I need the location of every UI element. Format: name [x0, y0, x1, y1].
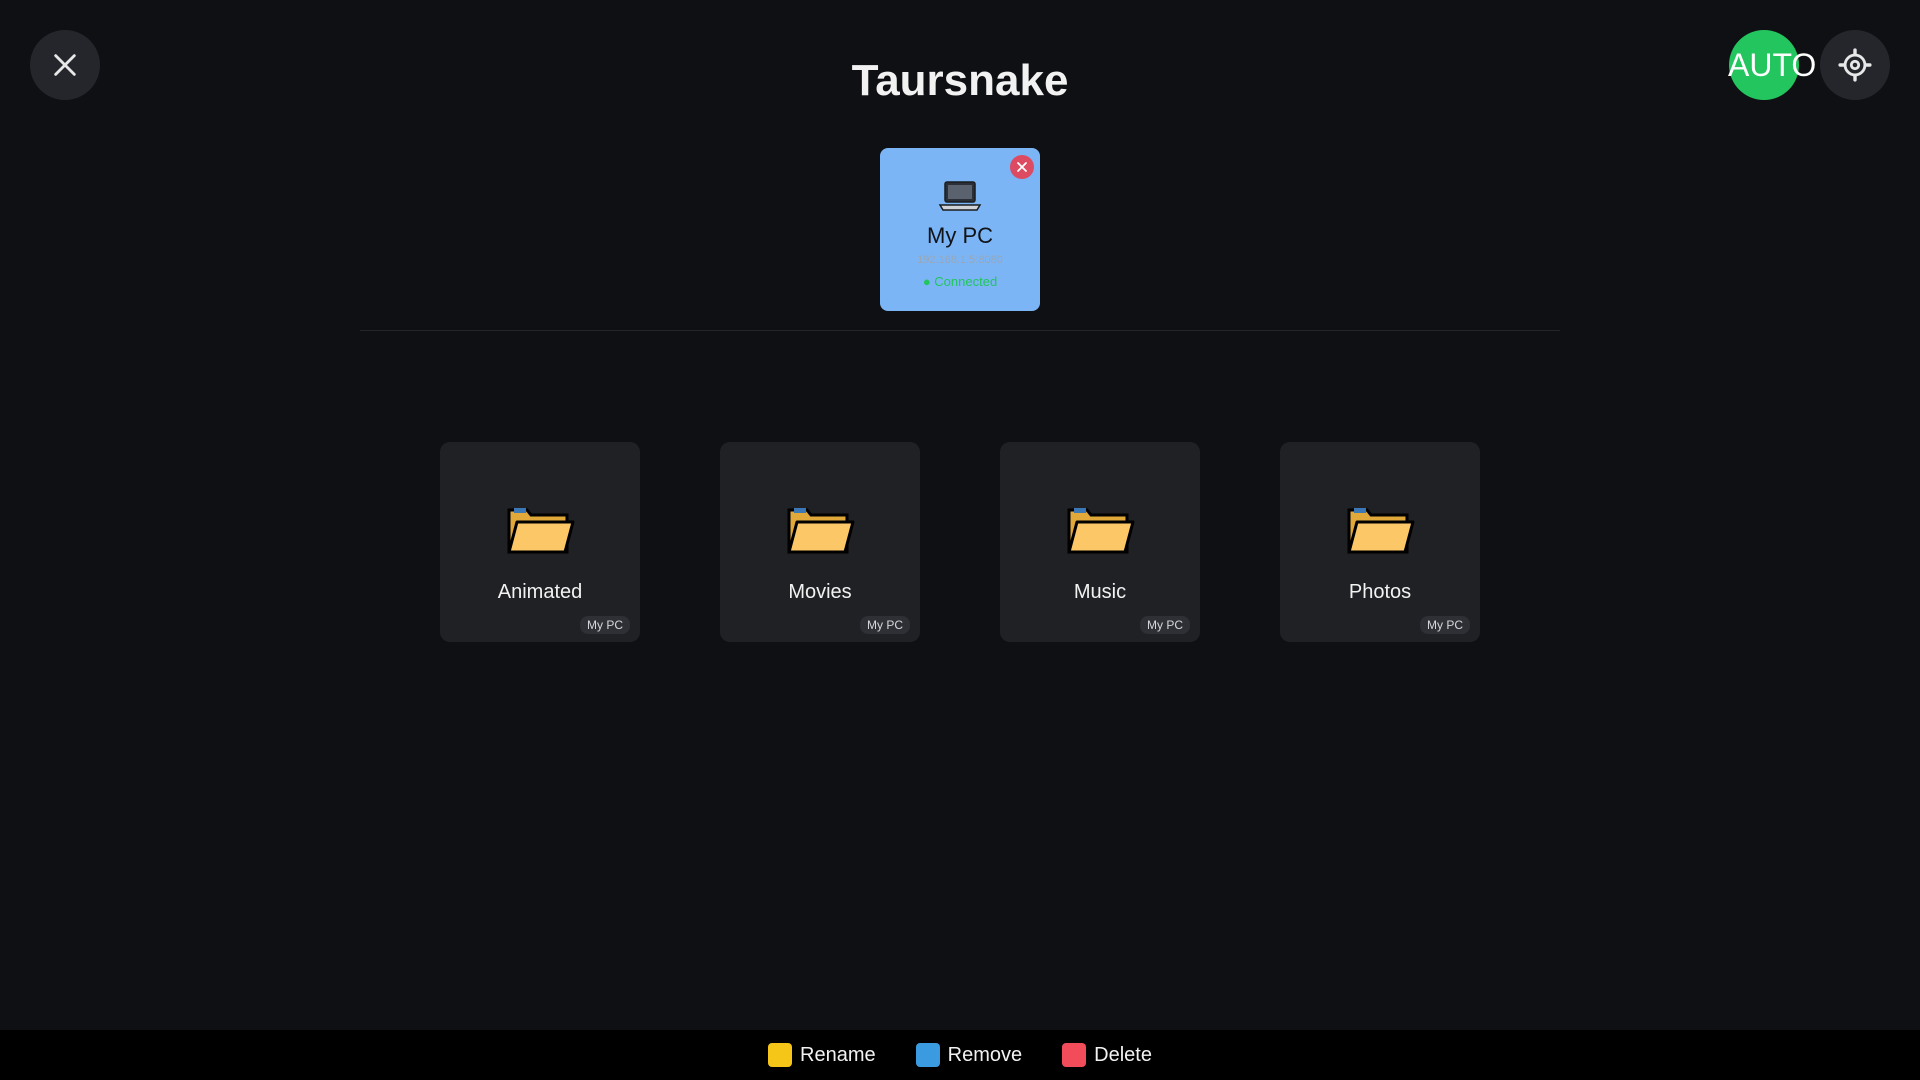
page-title: Taursnake [851, 56, 1069, 105]
folder-source-badge: My PC [1420, 616, 1470, 634]
rename-label: Rename [800, 1043, 876, 1066]
folder-icon [507, 508, 575, 554]
folder-source-badge: My PC [1140, 616, 1190, 634]
folder-label: Movies [788, 581, 852, 603]
footer-legend: Rename Remove Delete [0, 1030, 1920, 1080]
rename-color-swatch [768, 1043, 793, 1067]
device-name: My PC [927, 223, 993, 248]
folder-card[interactable]: Movies My PC [720, 442, 920, 642]
delete-action[interactable]: Delete [1062, 1043, 1152, 1067]
divider [360, 330, 1560, 331]
folder-label: Music [1073, 581, 1127, 603]
folder-icon [787, 508, 855, 554]
folder-card[interactable]: Animated My PC [440, 442, 640, 642]
remove-label: Remove [947, 1043, 1023, 1066]
settings-button[interactable] [1820, 30, 1890, 100]
device-status: ● Connected [922, 274, 998, 289]
remove-action[interactable]: Remove [915, 1043, 1023, 1067]
auto-button[interactable]: AUTO [1728, 30, 1816, 100]
folder-icon [1347, 508, 1415, 554]
delete-color-swatch [1062, 1043, 1087, 1067]
folder-icon [1067, 508, 1135, 554]
delete-label: Delete [1094, 1043, 1152, 1066]
device-address: 192.168.1.5:8080 [917, 254, 1003, 266]
folder-label: Animated [497, 581, 583, 603]
remove-color-swatch [915, 1043, 940, 1067]
folder-source-badge: My PC [860, 616, 910, 634]
device-remove-button[interactable] [1010, 155, 1034, 179]
laptop-icon [938, 181, 982, 211]
device-card-my-pc[interactable]: My PC 192.168.1.5:8080 ● Connected [880, 148, 1040, 311]
auto-label: AUTO [1728, 46, 1817, 83]
rename-action[interactable]: Rename [768, 1043, 876, 1067]
folder-source-badge: My PC [580, 616, 630, 634]
gear-icon [1838, 48, 1872, 82]
folder-card[interactable]: Music My PC [1000, 442, 1200, 642]
folder-label: Photos [1348, 581, 1412, 603]
app-root: Taursnake AUTO My PC 192.168.1.5:8080 ● … [0, 0, 1920, 1080]
close-icon [1017, 162, 1027, 172]
folder-card[interactable]: Photos My PC [1280, 442, 1480, 642]
